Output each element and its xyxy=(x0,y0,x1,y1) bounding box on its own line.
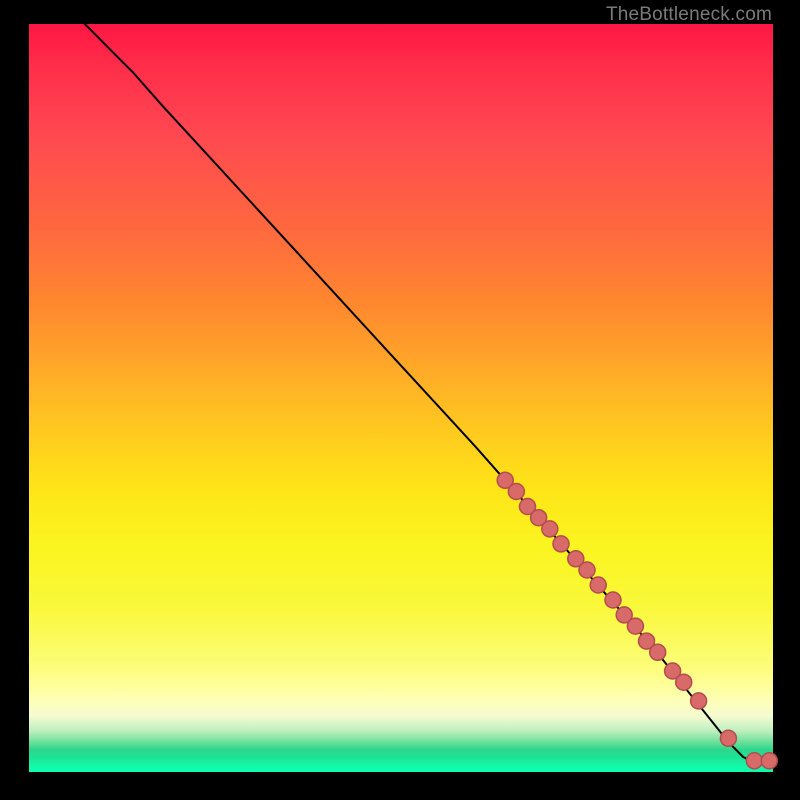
data-point xyxy=(508,484,524,500)
data-point xyxy=(605,592,621,608)
data-point xyxy=(761,753,777,769)
chart-overlay xyxy=(29,24,773,772)
data-point xyxy=(553,536,569,552)
data-point xyxy=(676,674,692,690)
data-point xyxy=(590,577,606,593)
data-point xyxy=(746,753,762,769)
data-point xyxy=(542,521,558,537)
data-point xyxy=(691,693,707,709)
attribution-label: TheBottleneck.com xyxy=(606,4,772,26)
data-point xyxy=(627,618,643,634)
data-point xyxy=(579,562,595,578)
data-point xyxy=(720,730,736,746)
chart-frame: TheBottleneck.com xyxy=(0,0,800,800)
scatter-points xyxy=(497,472,777,769)
data-point xyxy=(650,644,666,660)
bottleneck-curve xyxy=(85,24,773,765)
